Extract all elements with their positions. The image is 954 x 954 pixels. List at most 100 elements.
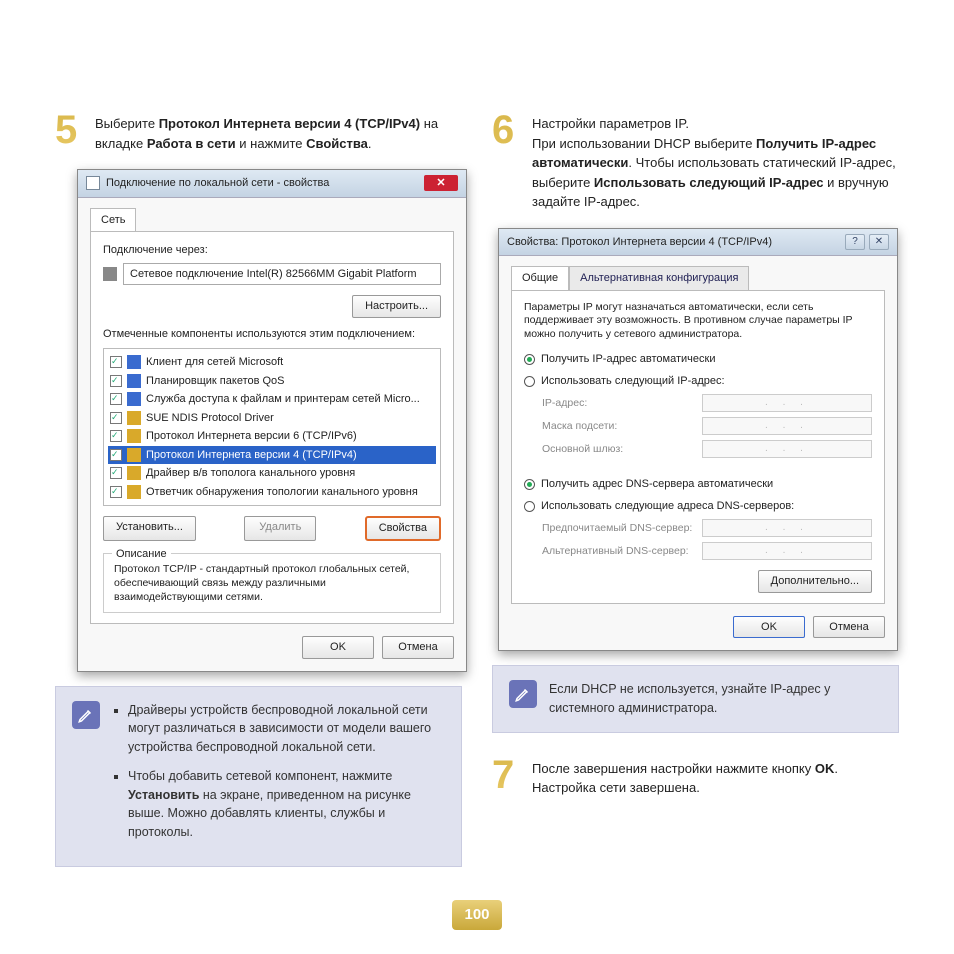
lan-properties-dialog: Подключение по локальной сети - свойства… bbox=[77, 169, 467, 672]
close-icon[interactable]: ✕ bbox=[424, 175, 458, 191]
list-item[interactable]: SUE NDIS Protocol Driver bbox=[108, 409, 436, 428]
radio-icon[interactable] bbox=[524, 376, 535, 387]
protocol-icon bbox=[127, 485, 141, 499]
radio-row[interactable]: Получить адрес DNS-сервера автоматически bbox=[524, 476, 872, 493]
item-label: Служба доступа к файлам и принтерам сете… bbox=[146, 391, 420, 408]
mask-input[interactable]: . . . bbox=[702, 417, 872, 435]
radio-label: Использовать следующий IP-адрес: bbox=[541, 373, 725, 390]
checkbox-icon[interactable] bbox=[110, 449, 122, 461]
install-button[interactable]: Установить... bbox=[103, 516, 196, 541]
protocol-icon bbox=[127, 411, 141, 425]
list-item[interactable]: Драйвер в/в тополога канального уровня bbox=[108, 464, 436, 483]
b: OK bbox=[815, 761, 835, 776]
cancel-button[interactable]: Отмена bbox=[813, 616, 885, 639]
checkbox-icon[interactable] bbox=[110, 467, 122, 479]
help-icon[interactable]: ? bbox=[845, 234, 865, 250]
radio-icon[interactable] bbox=[524, 354, 535, 365]
list-item[interactable]: Клиент для сетей Microsoft bbox=[108, 353, 436, 372]
remove-button[interactable]: Удалить bbox=[244, 516, 316, 541]
checkbox-icon[interactable] bbox=[110, 356, 122, 368]
radio-row[interactable]: Использовать следующий IP-адрес: bbox=[524, 373, 872, 390]
t: Чтобы добавить сетевой компонент, нажмит… bbox=[128, 769, 392, 783]
item-label: Планировщик пакетов QoS bbox=[146, 373, 285, 390]
note-box: Если DHCP не используется, узнайте IP-ад… bbox=[492, 665, 899, 733]
t: . bbox=[368, 136, 372, 151]
checkbox-icon[interactable] bbox=[110, 486, 122, 498]
ok-button[interactable]: OK bbox=[302, 636, 374, 659]
titlebar: Подключение по локальной сети - свойства… bbox=[78, 170, 466, 198]
tab-alt-config[interactable]: Альтернативная конфигурация bbox=[569, 266, 749, 290]
list-item[interactable]: Протокол Интернета версии 6 (TCP/IPv6) bbox=[108, 427, 436, 446]
components-label: Отмеченные компоненты используются этим … bbox=[103, 326, 441, 343]
window-title: Подключение по локальной сети - свойства bbox=[106, 175, 329, 192]
ok-button[interactable]: OK bbox=[733, 616, 805, 639]
step-5: 5 Выберите Протокол Интернета версии 4 (… bbox=[55, 110, 462, 153]
components-list[interactable]: Клиент для сетей Microsoft Планировщик п… bbox=[103, 348, 441, 506]
step-number: 7 bbox=[492, 755, 520, 798]
note-item: Чтобы добавить сетевой компонент, нажмит… bbox=[128, 767, 445, 842]
connect-through-label: Подключение через: bbox=[103, 242, 441, 259]
t: Драйверы устройств беспроводной локально… bbox=[128, 703, 431, 755]
list-item-selected[interactable]: Протокол Интернета версии 4 (TCP/IPv4) bbox=[108, 446, 436, 465]
dns2-label: Альтернативный DNS-сервер: bbox=[542, 544, 702, 560]
service-icon bbox=[127, 392, 141, 406]
dns2-input[interactable]: . . . bbox=[702, 542, 872, 560]
list-item[interactable]: Ответчик обнаружения топологии канальног… bbox=[108, 483, 436, 502]
checkbox-icon[interactable] bbox=[110, 430, 122, 442]
t: После завершения настройки нажмите кнопк… bbox=[532, 761, 815, 776]
adapter-field: Сетевое подключение Intel(R) 82566MM Gig… bbox=[123, 263, 441, 286]
radio-icon[interactable] bbox=[524, 479, 535, 490]
radio-row[interactable]: Использовать следующие адреса DNS-сервер… bbox=[524, 498, 872, 515]
properties-button[interactable]: Свойства bbox=[365, 516, 441, 541]
radio-label: Получить IP-адрес автоматически bbox=[541, 351, 715, 368]
ipv4-properties-dialog: Свойства: Протокол Интернета версии 4 (T… bbox=[498, 228, 898, 652]
item-label: Протокол Интернета версии 6 (TCP/IPv6) bbox=[146, 428, 357, 445]
item-label: Протокол Интернета версии 4 (TCP/IPv4) bbox=[146, 447, 357, 464]
list-item[interactable]: Планировщик пакетов QoS bbox=[108, 372, 436, 391]
b: Установить bbox=[128, 788, 199, 802]
cancel-button[interactable]: Отмена bbox=[382, 636, 454, 659]
window-title: Свойства: Протокол Интернета версии 4 (T… bbox=[507, 234, 772, 251]
step-7: 7 После завершения настройки нажмите кно… bbox=[492, 755, 899, 798]
item-label: SUE NDIS Protocol Driver bbox=[146, 410, 274, 427]
radio-row[interactable]: Получить IP-адрес автоматически bbox=[524, 351, 872, 368]
checkbox-icon[interactable] bbox=[110, 375, 122, 387]
checkbox-icon[interactable] bbox=[110, 393, 122, 405]
titlebar: Свойства: Протокол Интернета версии 4 (T… bbox=[499, 229, 897, 257]
close-icon[interactable]: ✕ bbox=[869, 234, 889, 250]
description-text: Протокол TCP/IP - стандартный протокол г… bbox=[114, 562, 430, 605]
protocol-icon bbox=[127, 448, 141, 462]
radio-label: Использовать следующие адреса DNS-сервер… bbox=[541, 498, 794, 515]
pencil-icon bbox=[72, 701, 100, 729]
radio-label: Получить адрес DNS-сервера автоматически bbox=[541, 476, 773, 493]
client-icon bbox=[127, 355, 141, 369]
note-list: Драйверы устройств беспроводной локально… bbox=[128, 701, 445, 852]
checkbox-icon[interactable] bbox=[110, 412, 122, 424]
dns1-input[interactable]: . . . bbox=[702, 519, 872, 537]
t: При использовании DHCP выберите bbox=[532, 136, 756, 151]
item-label: Драйвер в/в тополога канального уровня bbox=[146, 465, 355, 482]
gw-label: Основной шлюз: bbox=[542, 442, 702, 458]
t: и нажмите bbox=[236, 136, 306, 151]
pencil-icon bbox=[509, 680, 537, 708]
list-item[interactable]: Служба доступа к файлам и принтерам сете… bbox=[108, 390, 436, 409]
service-icon bbox=[127, 374, 141, 388]
b: Использовать следующий IP-адрес bbox=[594, 175, 824, 190]
note-text: Если DHCP не используется, узнайте IP-ад… bbox=[549, 680, 882, 718]
configure-button[interactable]: Настроить... bbox=[352, 295, 441, 318]
dns1-label: Предпочитаемый DNS-сервер: bbox=[542, 521, 702, 537]
ip-label: IP-адрес: bbox=[542, 396, 702, 412]
protocol-icon bbox=[127, 466, 141, 480]
ip-input[interactable]: . . . bbox=[702, 394, 872, 412]
page-number: 100 bbox=[452, 900, 502, 930]
adapter-icon bbox=[103, 267, 117, 281]
advanced-button[interactable]: Дополнительно... bbox=[758, 570, 872, 593]
mask-label: Маска подсети: bbox=[542, 419, 702, 435]
step-6: 6 Настройки параметров IP. При использов… bbox=[492, 110, 899, 212]
radio-icon[interactable] bbox=[524, 501, 535, 512]
step-text: Выберите Протокол Интернета версии 4 (TC… bbox=[95, 110, 462, 153]
b: Работа в сети bbox=[147, 136, 236, 151]
gw-input[interactable]: . . . bbox=[702, 440, 872, 458]
tab-general[interactable]: Общие bbox=[511, 266, 569, 290]
tab-network[interactable]: Сеть bbox=[90, 208, 136, 232]
